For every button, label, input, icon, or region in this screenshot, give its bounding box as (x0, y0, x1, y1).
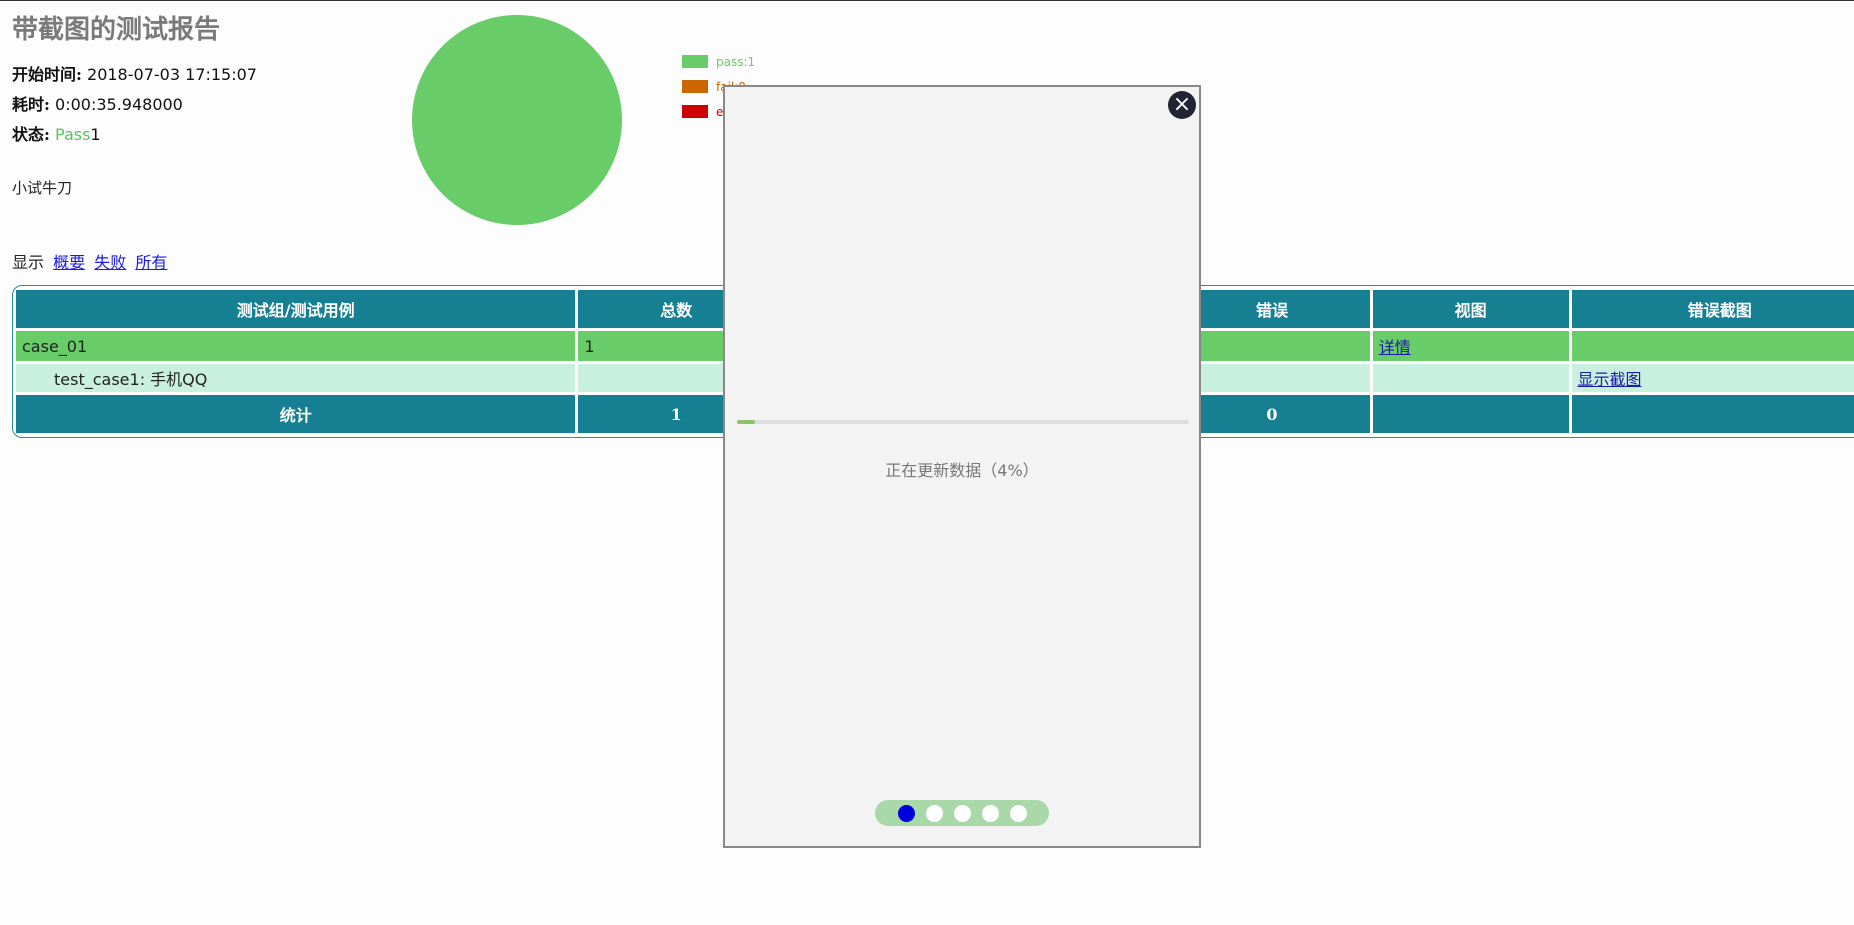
pagination-dot[interactable] (897, 804, 915, 822)
filter-all-link[interactable]: 所有 (135, 253, 167, 272)
case-screenshot-cell: 显示截图 (1571, 364, 1854, 392)
show-screenshot-link[interactable]: 显示截图 (1578, 370, 1642, 389)
legend-item: pass:1 (682, 49, 755, 74)
legend-label: pass:1 (716, 54, 756, 69)
total-label: 统计 (16, 395, 576, 433)
pagination-dot[interactable] (1009, 804, 1027, 822)
legend-swatch (682, 80, 708, 93)
status-label: 状态: (12, 125, 50, 144)
filter-label: 显示 (12, 253, 45, 272)
result-pie-chart (412, 15, 622, 225)
total-screenshot-cell (1571, 395, 1854, 433)
loading-modal: × 正在更新数据（4%） (723, 85, 1201, 848)
filter-summary-link[interactable]: 概要 (53, 253, 85, 272)
duration-value: 0:00:35.948000 (55, 95, 183, 114)
report-title: 带截图的测试报告 (12, 14, 221, 44)
header-test-group: 测试组/测试用例 (16, 290, 576, 328)
report-description: 小试牛刀 (12, 179, 73, 197)
start-time-value: 2018-07-03 17:15:07 (87, 65, 257, 84)
pagination-dot[interactable] (981, 804, 999, 822)
status-count: 1 (90, 125, 101, 144)
progress-fill (737, 420, 756, 424)
close-icon[interactable]: × (1168, 91, 1196, 119)
total-view-cell (1372, 395, 1569, 433)
group-error-cell (1174, 331, 1370, 361)
header-error: 错误 (1174, 290, 1370, 328)
start-time-label: 开始时间: (12, 65, 82, 84)
case-cell-5 (1372, 364, 1569, 392)
filter-row: 显示 概要 失败 所有 (12, 249, 167, 273)
case-cell-4 (1174, 364, 1370, 392)
group-name: case_01 (16, 331, 576, 361)
status-pass: Pass (55, 125, 91, 144)
total-error: 0 (1174, 395, 1370, 433)
status-row: 状态: Pass1 (12, 121, 101, 145)
detail-link[interactable]: 详情 (1379, 338, 1411, 357)
legend-swatch (682, 55, 708, 68)
pagination-dot[interactable] (925, 804, 943, 822)
duration-label: 耗时: (12, 95, 50, 114)
duration-row: 耗时: 0:00:35.948000 (12, 91, 183, 115)
filter-failed-link[interactable]: 失败 (94, 253, 126, 272)
pagination-dot[interactable] (953, 804, 971, 822)
group-detail-cell: 详情 (1372, 331, 1569, 361)
progress-text: 正在更新数据（4%） (885, 461, 1039, 480)
progress-bar (737, 420, 1189, 424)
pagination-dots (875, 800, 1049, 826)
case-name: test_case1: 手机QQ (16, 364, 576, 392)
start-time-row: 开始时间: 2018-07-03 17:15:07 (12, 61, 257, 85)
header-view: 视图 (1372, 290, 1569, 328)
report-page: 带截图的测试报告 开始时间: 2018-07-03 17:15:07 耗时: 0… (0, 0, 1854, 925)
header-screenshot: 错误截图 (1571, 290, 1854, 328)
legend-swatch (682, 105, 708, 118)
group-screenshot-cell (1571, 331, 1854, 361)
